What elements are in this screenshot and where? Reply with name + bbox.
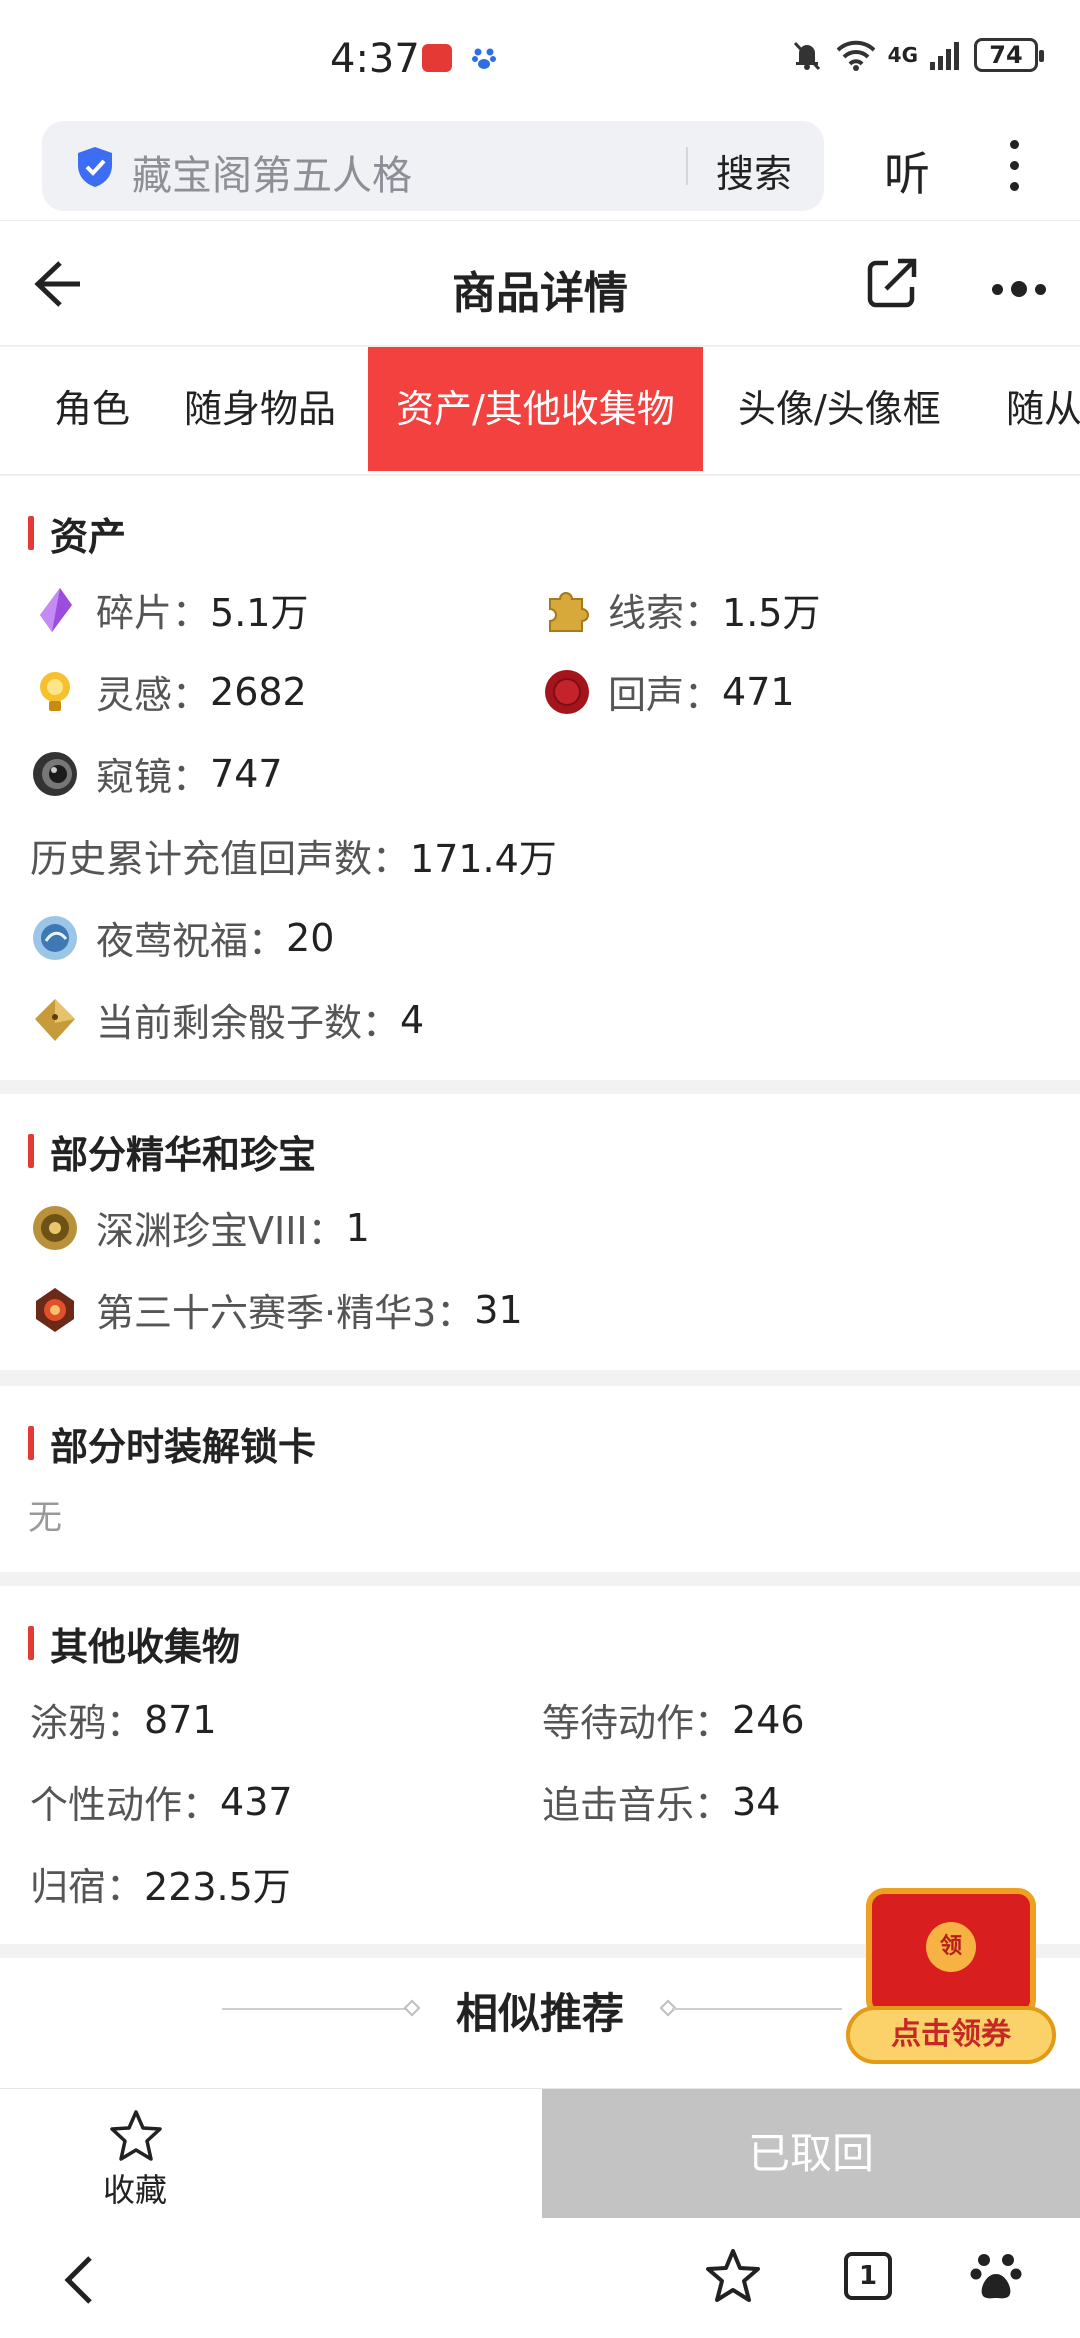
lens-icon [33,751,77,796]
tab-count-button[interactable]: 1 [844,2252,892,2300]
essence-abyss-treasure: 深渊珍宝VIII： 1 [30,1200,370,1255]
star-icon [110,2110,162,2161]
nightingale-orb-icon [33,915,77,960]
empty-text: 无 [28,1498,62,1538]
search-input[interactable]: 藏宝阁第五人格 搜索 [42,121,824,211]
shield-check-icon [78,147,112,187]
collectible-personal-emotes: 个性动作： 437 [30,1779,293,1828]
status-indicators: 4G 74 [790,38,1044,72]
collectible-waiting-emotes: 等待动作： 246 [542,1697,805,1746]
baidu-paw-icon [472,48,496,69]
tab-avatar-frame[interactable]: 头像/头像框 [738,347,941,471]
status-time: 4:37 [330,36,420,82]
essence-section: 部分精华和珍宝 深渊珍宝VIII： 1 第三十六赛季·精华3： 31 [0,1094,1080,1370]
asset-total-recharge: 历史累计充值回声数： 171.4万 [30,837,557,881]
lightbulb-icon [40,671,70,711]
search-divider [686,147,688,185]
listen-button[interactable]: 听 [884,138,930,204]
tab-followers[interactable]: 随从 [1006,347,1080,471]
section-title-assets: 资产 [28,506,126,561]
section-title-costume-cards: 部分时装解锁卡 [28,1416,316,1471]
baidu-paw-icon[interactable] [968,2248,1024,2304]
share-icon[interactable] [864,255,920,311]
retrieved-status-button[interactable]: 已取回 [542,2089,1080,2219]
asset-echoes: 回声： 471 [542,664,795,719]
costume-cards-section: 部分时装解锁卡 无 [0,1386,1080,1572]
assets-section: 资产 碎片： 5.1万 线索： 1.5万 灵感： 2682 回声： 471 窥镜： 747… [0,476,1080,1080]
battery-indicator: 74 [974,38,1044,72]
tab-role[interactable]: 角色 [54,347,130,471]
asset-lens: 窥镜： 747 [30,746,283,801]
red-packet-seal: 领 [926,1922,976,1972]
collectible-home: 归宿： 223.5万 [30,1865,291,1909]
browser-bottom-nav: 1 [0,2218,1080,2338]
essence-season36: 第三十六赛季·精华3： 31 [30,1282,523,1337]
abyss-treasure-icon [33,1205,77,1250]
network-type: 4G [887,43,918,67]
puzzle-piece-icon [549,591,589,632]
coupon-red-packet[interactable]: 领 点击领券 [846,1888,1056,2064]
browser-back-icon[interactable] [60,2252,100,2308]
claim-coupon-label: 点击领券 [846,2006,1056,2064]
huawei-app-icon [422,44,452,72]
divider-line-right [672,2008,842,2010]
bookmark-star-icon[interactable] [704,2248,762,2304]
section-title-collectibles: 其他收集物 [28,1616,240,1671]
crystal-shard-icon [40,587,72,632]
tab-assets-collectibles[interactable]: 资产/其他收集物 [368,347,703,471]
wifi-icon [836,40,876,71]
page-navbar: 商品详情 [0,220,1080,346]
wax-seal-icon [545,669,589,714]
section-title-essence: 部分精华和珍宝 [28,1124,316,1179]
essence-icon [36,1287,74,1332]
search-button[interactable]: 搜索 [716,143,792,198]
dice-icon [35,998,75,1041]
tab-carry-items[interactable]: 随身物品 [184,347,336,471]
favorite-button[interactable]: 收藏 [0,2089,270,2219]
asset-clues: 线索： 1.5万 [542,582,820,637]
status-bar: 4:37 4G 74 [0,0,1080,118]
browser-search-row: 藏宝阁第五人格 搜索 听 [0,118,1080,220]
asset-shards: 碎片： 5.1万 [30,582,308,637]
asset-dice: 当前剩余骰子数： 4 [30,992,424,1047]
favorite-label: 收藏 [102,2171,167,2209]
collectible-chase-music: 追击音乐： 34 [542,1779,781,1828]
category-tabs: 角色 随身物品 资产/其他收集物 头像/头像框 随从 [0,347,1080,475]
search-query: 藏宝阁第五人格 [132,153,412,199]
asset-nightingale-blessing: 夜莺祝福： 20 [30,910,334,965]
signal-icon [930,42,959,70]
more-options-icon[interactable] [992,281,1046,297]
collectible-graffiti: 涂鸦： 871 [30,1697,217,1746]
browser-menu-icon[interactable] [1004,140,1024,196]
mute-bell-icon [793,41,820,71]
bottom-action-bar: 收藏 已取回 [0,2088,1080,2219]
asset-inspiration: 灵感： 2682 [30,664,307,719]
